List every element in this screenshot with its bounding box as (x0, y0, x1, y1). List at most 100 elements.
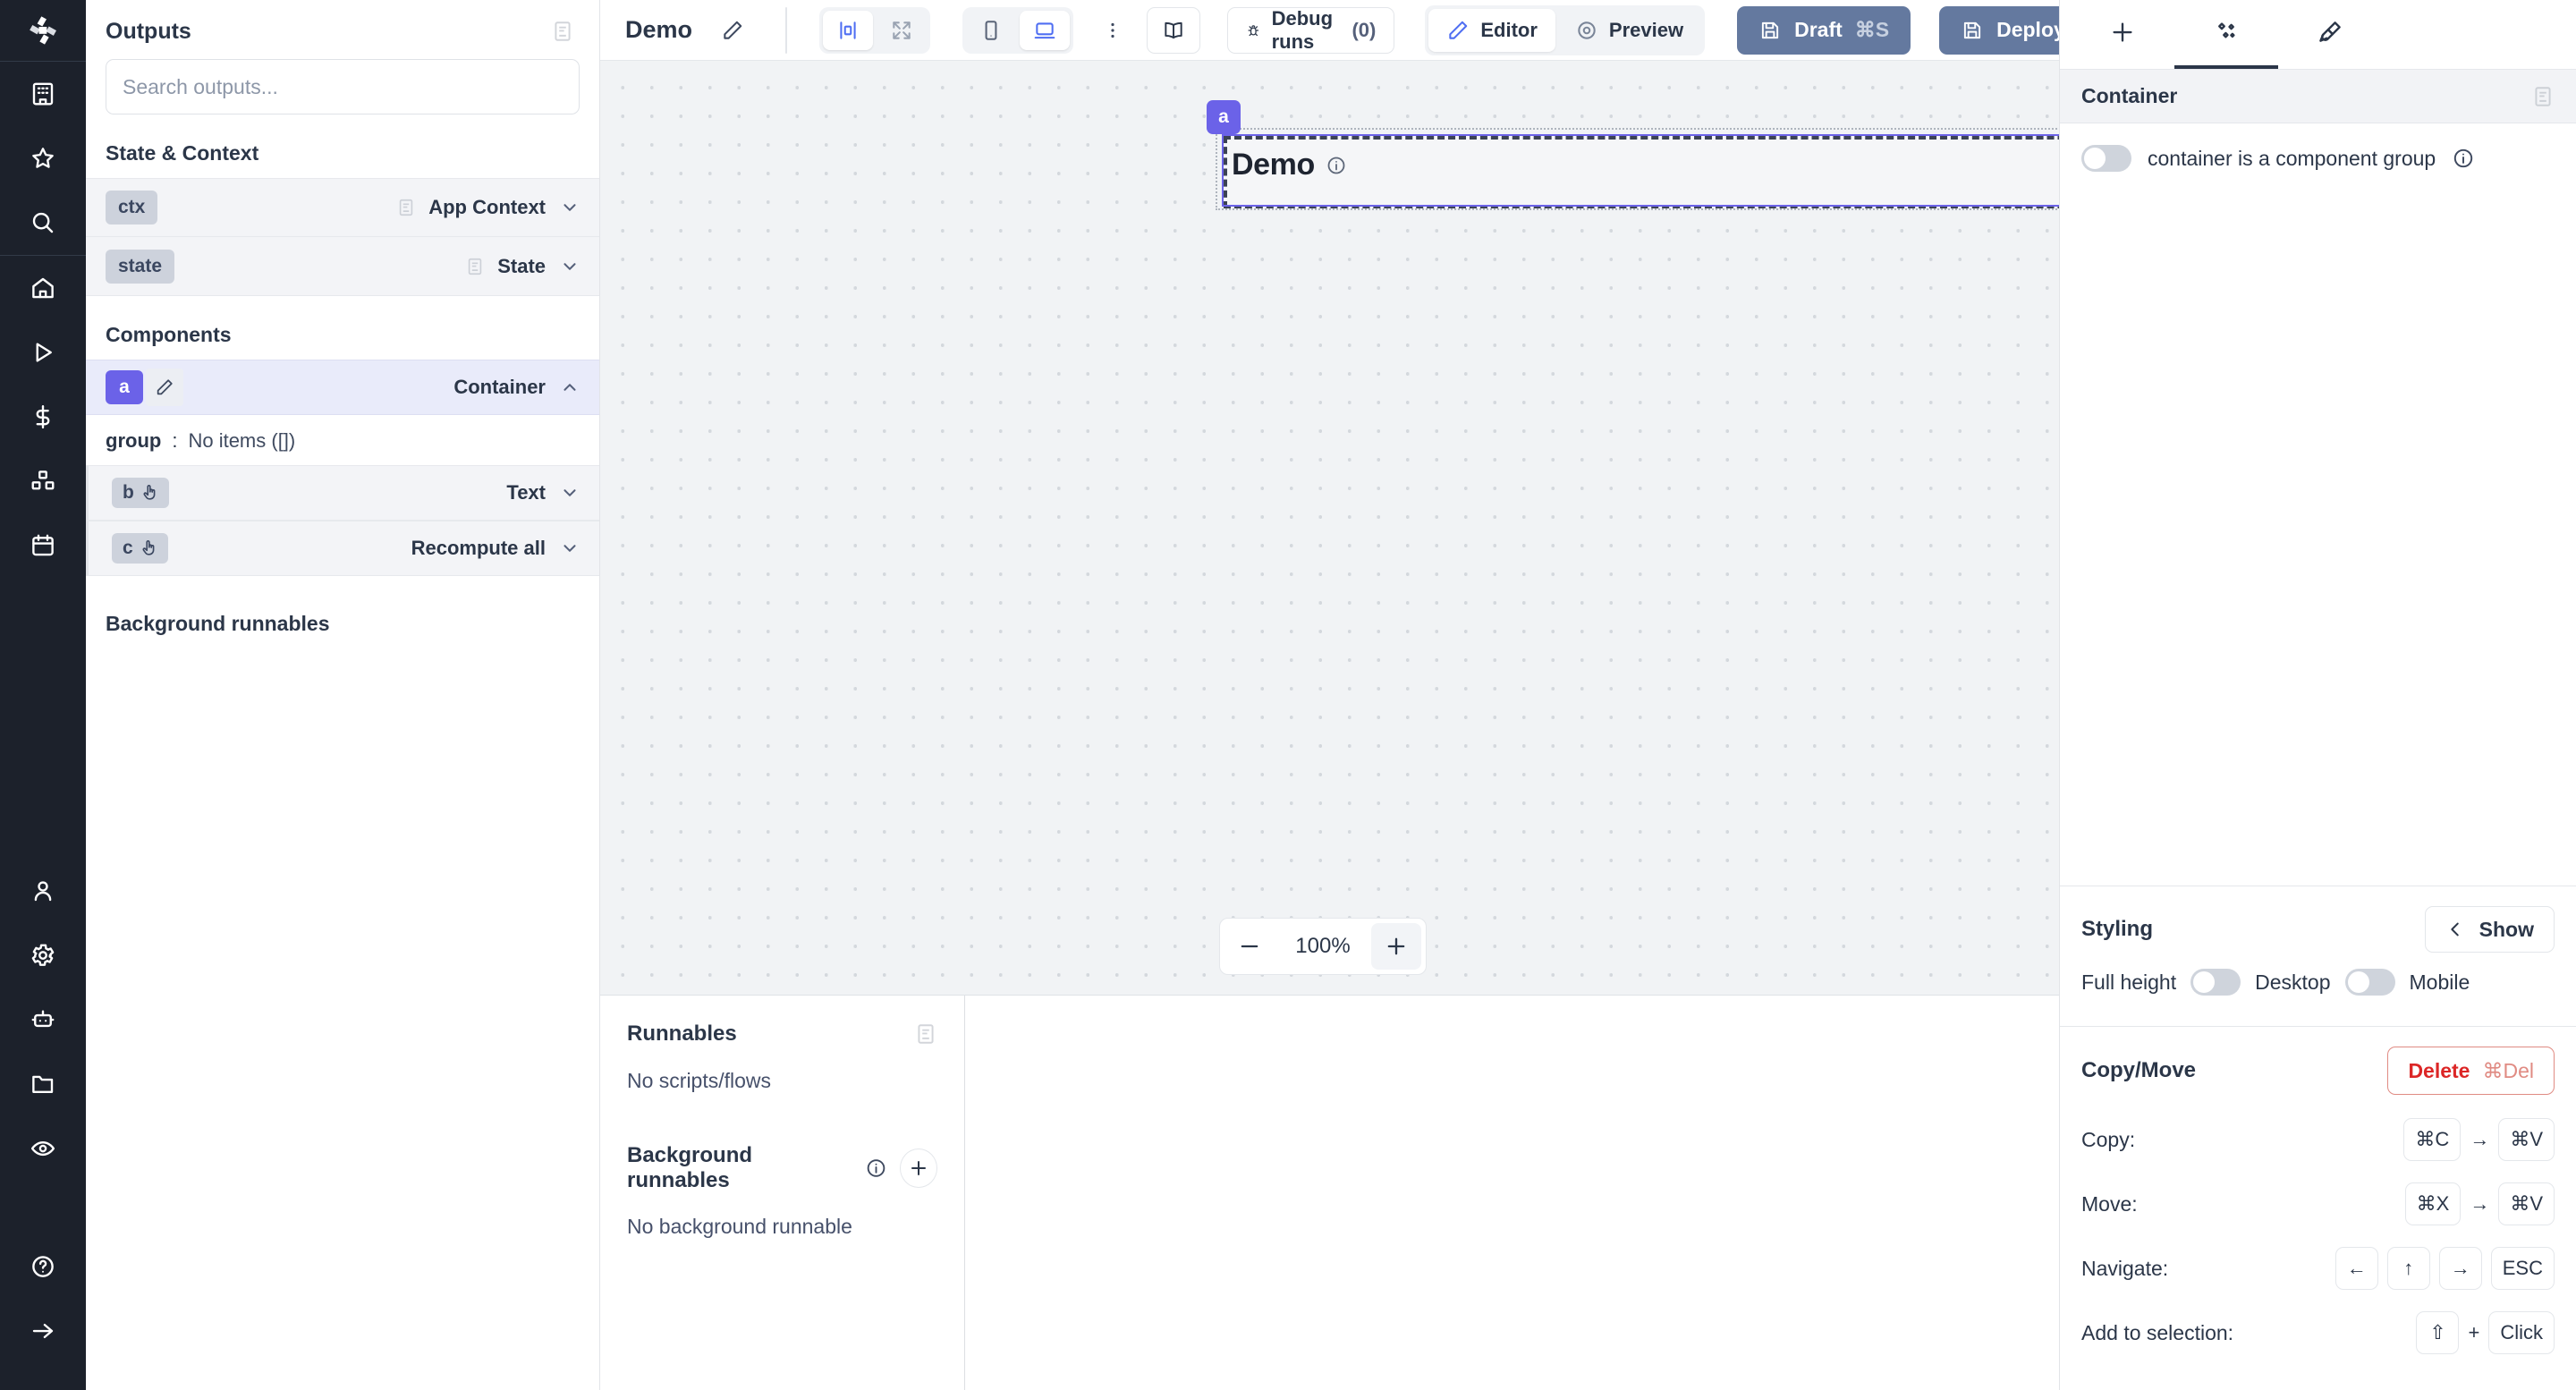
mobile-icon (979, 19, 1003, 42)
zoom-out-button[interactable] (1224, 923, 1275, 970)
doc-icon[interactable] (551, 18, 574, 45)
shortcut-label: Move: (2081, 1192, 2405, 1216)
rail-item-folders[interactable] (0, 1052, 86, 1116)
add-background-runnable-button[interactable] (900, 1148, 937, 1188)
rail-item-home[interactable] (0, 256, 86, 320)
key: ⌘C (2403, 1118, 2461, 1161)
pencil-icon[interactable] (146, 369, 183, 406)
tab-preview[interactable]: Preview (1557, 9, 1701, 52)
background-runnables-empty-text: No background runnable (627, 1215, 937, 1239)
tab-styling[interactable] (2278, 0, 2382, 69)
right-panel-spacer (2060, 193, 2576, 886)
info-icon[interactable] (865, 1157, 887, 1180)
undo-button[interactable] (786, 8, 787, 53)
doc-icon[interactable] (914, 1021, 937, 1047)
component-row-label: Container (453, 376, 546, 399)
components-heading: Components (86, 296, 599, 360)
more-options-button[interactable] (1102, 9, 1123, 52)
eye-target-icon (1575, 19, 1598, 42)
pencil-icon (1446, 19, 1470, 42)
debug-runs-button[interactable]: Debug runs (0) (1227, 7, 1394, 54)
app-canvas[interactable]: a Demo (600, 61, 2059, 996)
info-icon[interactable] (2452, 147, 2475, 170)
bug-icon (1246, 19, 1261, 42)
mobile-viewport-button[interactable] (966, 11, 1016, 50)
docs-button[interactable] (1147, 7, 1200, 54)
rail-item-resources[interactable] (0, 449, 86, 513)
rail-item-runs[interactable] (0, 320, 86, 385)
mobile-full-height-toggle[interactable] (2345, 969, 2395, 996)
info-icon[interactable] (1326, 155, 1347, 176)
doc-icon[interactable] (2531, 83, 2555, 110)
shortcut-keys: ⌘X → ⌘V (2405, 1182, 2555, 1225)
delete-button[interactable]: Delete ⌘Del (2387, 1047, 2555, 1095)
component-id-chip-group: b (112, 478, 169, 508)
output-id-chip: state (106, 250, 174, 284)
rail-item-help[interactable] (0, 1234, 86, 1299)
mode-switch: Editor Preview (1425, 5, 1705, 55)
container-component[interactable] (1224, 136, 2059, 208)
desktop-full-height-toggle[interactable] (2190, 969, 2241, 996)
rail-item-workspace[interactable] (0, 62, 86, 126)
key: Click (2488, 1311, 2555, 1354)
desktop-viewport-button[interactable] (1020, 11, 1070, 50)
rail-item-account[interactable] (0, 859, 86, 923)
copy-move-header: Copy/Move Delete ⌘Del (2081, 1047, 2555, 1095)
mobile-label: Mobile (2410, 970, 2470, 995)
top-toolbar: Demo (600, 0, 2059, 61)
rail-item-favorites[interactable] (0, 126, 86, 191)
rail-item-audit-logs[interactable] (0, 1116, 86, 1181)
styling-title: Styling (2081, 917, 2153, 942)
rail-item-settings[interactable] (0, 923, 86, 987)
component-row-container[interactable]: a Container (86, 360, 599, 415)
fullscreen-button[interactable] (877, 11, 927, 50)
tab-editor[interactable]: Editor (1428, 9, 1555, 52)
component-group-toggle[interactable] (2081, 145, 2131, 172)
bottom-panel-detail (965, 996, 2059, 1390)
deploy-label: Deploy (1996, 18, 2065, 42)
search-input[interactable] (106, 59, 580, 114)
component-title: Demo (1232, 148, 1347, 182)
key: ⌘V (2498, 1182, 2555, 1225)
component-id-chip: c (123, 538, 133, 559)
output-row-label: App Context (428, 196, 546, 219)
draft-button[interactable]: Draft ⌘S (1737, 6, 1911, 55)
component-row-label: Recompute all (411, 537, 546, 560)
paintbrush-icon (2317, 19, 2343, 46)
rail-item-usage[interactable] (0, 385, 86, 449)
component-row-c[interactable]: c Recompute all (86, 521, 599, 576)
outputs-background-runnables-heading: Background runnables (86, 576, 599, 672)
zoom-controls: 100% (1219, 918, 1427, 975)
selected-component-wrap: a Demo (1216, 128, 2059, 210)
full-height-label: Full height (2081, 970, 2176, 995)
rail-item-search[interactable] (0, 191, 86, 255)
tab-add-component[interactable] (2071, 0, 2174, 69)
shortcut-keys: ← ↑ → ESC (2335, 1247, 2555, 1290)
styling-show-button[interactable]: Show (2425, 906, 2555, 953)
rail-main-group (0, 256, 86, 578)
full-height-row: Full height Desktop Mobile (2081, 953, 2555, 1017)
draft-label: Draft (1794, 18, 1843, 42)
save-icon (1758, 19, 1782, 42)
rail-item-expand-sidebar[interactable] (0, 1299, 86, 1363)
component-row-b[interactable]: b Text (86, 465, 599, 521)
zoom-in-button[interactable] (1371, 923, 1421, 970)
rail-footer-group (0, 1234, 86, 1363)
edit-title-button[interactable] (721, 9, 744, 52)
windmill-logo[interactable] (0, 0, 86, 61)
tab-component-settings[interactable] (2174, 0, 2278, 69)
runnables-panel: Runnables No scripts/flows Background ru… (600, 996, 965, 1390)
center-align-button[interactable] (823, 11, 873, 50)
delete-shortcut: ⌘Del (2482, 1059, 2534, 1083)
chevron-left-icon (2445, 920, 2465, 939)
key-separator: → (2470, 1192, 2489, 1216)
shortcut-label: Add to selection: (2081, 1321, 2416, 1345)
page-title: Demo (625, 16, 692, 44)
rail-item-workers[interactable] (0, 987, 86, 1052)
output-row-state[interactable]: state State (86, 237, 599, 296)
output-row-ctx[interactable]: ctx App Context (86, 178, 599, 237)
bottom-panel: Runnables No scripts/flows Background ru… (600, 996, 2059, 1390)
group-value: No items ([]) (188, 429, 295, 453)
group-colon: : (172, 429, 177, 453)
rail-item-schedules[interactable] (0, 513, 86, 578)
